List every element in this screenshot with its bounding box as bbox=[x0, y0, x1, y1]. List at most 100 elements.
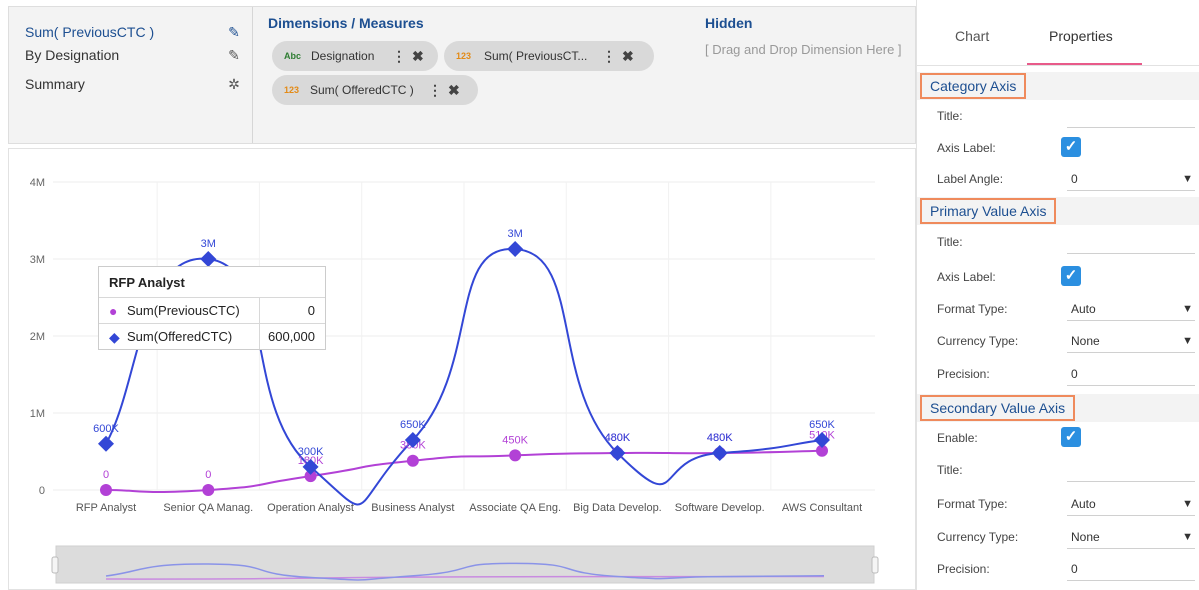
offered-ctc-point bbox=[711, 445, 728, 462]
offered-ctc-data-label: 650K bbox=[400, 419, 426, 431]
secondary-title-input[interactable] bbox=[1067, 458, 1195, 482]
field-label: Currency Type: bbox=[937, 334, 1019, 348]
config-item-measure[interactable]: Sum( PreviousCTC ) ✎ bbox=[25, 21, 245, 43]
category-axis-label-checkbox[interactable]: ✓ bbox=[1061, 137, 1081, 157]
label-angle-select[interactable]: 0 ▼ bbox=[1067, 167, 1195, 191]
offered-ctc-point bbox=[507, 240, 524, 257]
previous-ctc-point bbox=[100, 484, 112, 496]
field-label: Title: bbox=[937, 235, 963, 249]
x-tick-label: Associate QA Eng. bbox=[469, 502, 561, 514]
y-tick-label: 4M bbox=[30, 177, 45, 189]
offered-ctc-data-label: 3M bbox=[201, 238, 216, 250]
secondary-enable-row: Enable: ✓ bbox=[917, 422, 1199, 452]
primary-axis-label-row: Axis Label: ✓ bbox=[917, 261, 1199, 291]
primary-currency-type-select[interactable]: None ▼ bbox=[1067, 329, 1195, 353]
offered-ctc-data-label: 480K bbox=[707, 432, 733, 444]
tooltip-series-name: Sum(OfferedCTC) bbox=[127, 329, 233, 344]
category-axis-label-row: Axis Label: ✓ bbox=[917, 132, 1199, 162]
section-category-axis[interactable]: Category Axis bbox=[917, 72, 1199, 100]
config-item-summary[interactable]: Summary ✲ bbox=[25, 73, 245, 95]
secondary-currency-type-select[interactable]: None ▼ bbox=[1067, 525, 1195, 549]
gear-icon[interactable]: ✲ bbox=[225, 75, 243, 93]
primary-format-type-select[interactable]: Auto ▼ bbox=[1067, 297, 1195, 321]
secondary-format-type-select[interactable]: Auto ▼ bbox=[1067, 492, 1195, 516]
field-label: Format Type: bbox=[937, 497, 1008, 511]
primary-axis-label-checkbox[interactable]: ✓ bbox=[1061, 266, 1081, 286]
section-title: Primary Value Axis bbox=[920, 198, 1057, 224]
select-value: None bbox=[1071, 530, 1100, 544]
tooltip-row-previous: ● Sum(PreviousCTC) 0 bbox=[99, 297, 325, 323]
tooltip-series-value: 0 bbox=[307, 303, 315, 318]
dimension-pill-designation[interactable]: Abc Designation ⋮ ✖ bbox=[272, 41, 438, 71]
pencil-icon[interactable]: ✎ bbox=[225, 46, 243, 64]
config-list: Sum( PreviousCTC ) ✎ By Designation ✎ Su… bbox=[9, 7, 253, 143]
close-icon[interactable]: ✖ bbox=[412, 41, 424, 71]
chevron-down-icon: ▼ bbox=[1182, 173, 1193, 185]
range-handle-right bbox=[871, 556, 879, 574]
field-label: Format Type: bbox=[937, 302, 1008, 316]
tooltip-title: RFP Analyst bbox=[109, 275, 185, 290]
config-item-dimension[interactable]: By Designation ✎ bbox=[25, 44, 245, 66]
number-type-icon: 123 bbox=[456, 51, 472, 61]
category-title-row: Title: bbox=[917, 100, 1199, 130]
y-tick-label: 1M bbox=[30, 408, 45, 420]
secondary-precision-row: Precision: bbox=[917, 553, 1199, 583]
section-secondary-value-axis[interactable]: Secondary Value Axis bbox=[917, 394, 1199, 422]
previous-ctc-data-label: 450K bbox=[502, 434, 528, 446]
tooltip-series-value: 600,000 bbox=[268, 329, 315, 344]
primary-title-row: Title: bbox=[917, 226, 1199, 256]
previous-ctc-point bbox=[406, 454, 419, 467]
section-title: Category Axis bbox=[920, 73, 1027, 99]
tab-properties[interactable]: Properties bbox=[1049, 28, 1113, 44]
y-tick-label: 0 bbox=[39, 485, 45, 497]
measure-pill-offered-ctc[interactable]: 123 Sum( OfferedCTC ) ⋮ ✖ bbox=[272, 75, 478, 105]
secondary-precision-input[interactable] bbox=[1067, 557, 1195, 581]
close-icon[interactable]: ✖ bbox=[448, 75, 460, 105]
kebab-menu-icon[interactable]: ⋮ bbox=[602, 41, 616, 71]
chevron-down-icon: ▼ bbox=[1182, 498, 1193, 510]
field-label: Axis Label: bbox=[937, 141, 996, 155]
kebab-menu-icon[interactable]: ⋮ bbox=[428, 75, 442, 105]
offered-ctc-data-label: 300K bbox=[298, 446, 324, 458]
offered-ctc-data-label: 480K bbox=[605, 432, 631, 444]
kebab-menu-icon[interactable]: ⋮ bbox=[392, 41, 406, 71]
chevron-down-icon: ▼ bbox=[1182, 303, 1193, 315]
primary-title-input[interactable] bbox=[1067, 230, 1195, 254]
section-primary-value-axis[interactable]: Primary Value Axis bbox=[917, 197, 1199, 225]
category-title-input[interactable] bbox=[1067, 104, 1195, 128]
text-type-icon: Abc bbox=[284, 51, 302, 61]
x-tick-label: Senior QA Manag. bbox=[163, 502, 253, 514]
primary-precision-input[interactable] bbox=[1067, 362, 1195, 386]
field-label: Label Angle: bbox=[937, 172, 1004, 186]
tab-chart[interactable]: Chart bbox=[955, 28, 989, 44]
tooltip-series-name: Sum(PreviousCTC) bbox=[127, 303, 240, 318]
diamond-marker-icon: ◆ bbox=[109, 329, 120, 345]
previous-ctc-data-label: 0 bbox=[103, 469, 109, 481]
chart-config-panel: Sum( PreviousCTC ) ✎ By Designation ✎ Su… bbox=[8, 6, 916, 144]
chart-tooltip: RFP Analyst ● Sum(PreviousCTC) 0 ◆ Sum(O… bbox=[98, 266, 326, 350]
measure-pill-previous-ctc[interactable]: 123 Sum( PreviousCT... ⋮ ✖ bbox=[444, 41, 654, 71]
primary-precision-row: Precision: bbox=[917, 358, 1199, 388]
circle-marker-icon: ● bbox=[109, 303, 118, 319]
offered-ctc-data-label: 3M bbox=[508, 228, 523, 240]
close-icon[interactable]: ✖ bbox=[622, 41, 634, 71]
dimensions-measures-area: Dimensions / Measures Abc Designation ⋮ … bbox=[268, 7, 698, 143]
offered-ctc-data-label: 650K bbox=[809, 419, 835, 431]
dimensions-measures-title: Dimensions / Measures bbox=[268, 15, 424, 31]
hidden-drop-zone[interactable]: Hidden [ Drag and Drop Dimension Here ] bbox=[705, 7, 915, 143]
pill-label: Sum( PreviousCT... bbox=[484, 49, 588, 63]
pencil-icon[interactable]: ✎ bbox=[225, 23, 243, 41]
config-item-label: Sum( PreviousCTC ) bbox=[25, 24, 155, 40]
x-tick-label: Big Data Develop. bbox=[573, 502, 662, 514]
secondary-enable-checkbox[interactable]: ✓ bbox=[1061, 427, 1081, 447]
x-tick-label: Business Analyst bbox=[371, 502, 454, 514]
field-label: Currency Type: bbox=[937, 530, 1019, 544]
y-tick-label: 2M bbox=[30, 331, 45, 343]
config-item-label: Summary bbox=[25, 76, 85, 92]
chevron-down-icon: ▼ bbox=[1182, 531, 1193, 543]
secondary-currency-type-row: Currency Type: None ▼ bbox=[917, 521, 1199, 551]
y-tick-label: 3M bbox=[30, 254, 45, 266]
offered-ctc-point bbox=[200, 251, 217, 267]
field-label: Enable: bbox=[937, 431, 978, 445]
primary-format-type-row: Format Type: Auto ▼ bbox=[917, 293, 1199, 323]
